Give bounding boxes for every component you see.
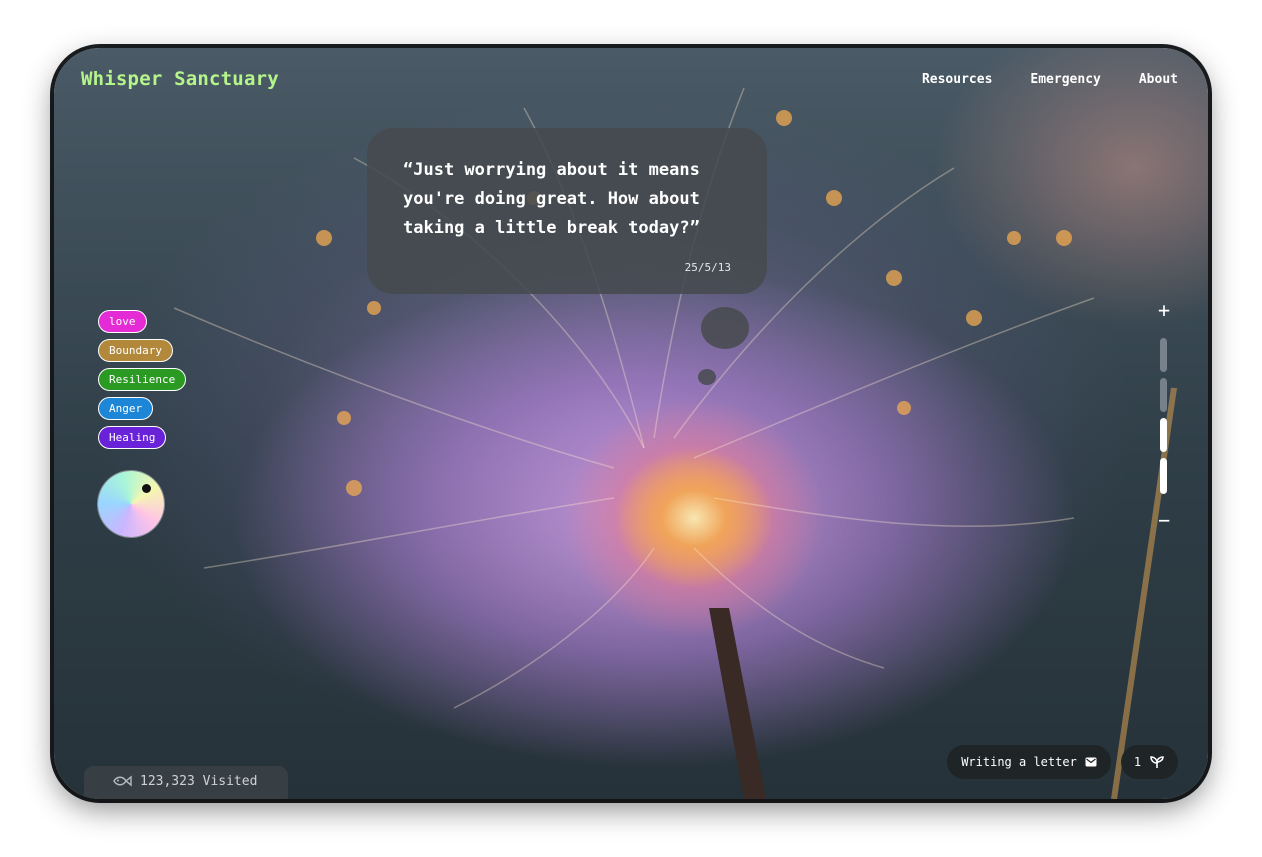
message-date: 25/5/13 xyxy=(684,261,731,274)
nav-about[interactable]: About xyxy=(1139,72,1178,87)
mail-icon xyxy=(1085,757,1097,767)
sprout-counter-button[interactable]: 1 xyxy=(1121,745,1178,779)
top-nav: Resources Emergency About xyxy=(922,72,1178,87)
zoom-level-segment[interactable] xyxy=(1160,378,1167,412)
zoom-in-button[interactable]: + xyxy=(1154,300,1174,320)
visit-count-text: 123,323 Visited xyxy=(140,774,258,789)
tag-anger[interactable]: Anger xyxy=(98,397,154,420)
sprout-count: 1 xyxy=(1133,755,1142,769)
write-letter-button[interactable]: Writing a letter xyxy=(947,745,1111,779)
message-quote: “Just worrying about it means you're doi… xyxy=(403,160,700,238)
thought-dot-small xyxy=(698,369,716,385)
visit-counter: 123,323 Visited xyxy=(84,766,288,799)
emotion-tags: love Boundary Resilience Anger Healing xyxy=(98,310,187,449)
tag-healing[interactable]: Healing xyxy=(98,426,167,449)
thought-dot-large xyxy=(701,307,749,349)
color-picker-knob[interactable] xyxy=(142,484,151,493)
zoom-level-segment[interactable] xyxy=(1160,418,1167,452)
app-window: Whisper Sanctuary Resources Emergency Ab… xyxy=(54,48,1208,799)
tag-love[interactable]: love xyxy=(98,310,147,333)
brand-logo[interactable]: Whisper Sanctuary xyxy=(81,68,279,90)
sprout-icon xyxy=(1149,755,1165,769)
fish-icon xyxy=(112,774,132,788)
zoom-control: + − xyxy=(1146,298,1182,530)
write-letter-label: Writing a letter xyxy=(961,755,1077,769)
nav-resources[interactable]: Resources xyxy=(922,72,992,87)
message-bubble: “Just worrying about it means you're doi… xyxy=(367,128,767,294)
color-wheel-picker[interactable] xyxy=(98,471,164,537)
tag-resilience[interactable]: Resilience xyxy=(98,368,187,391)
zoom-level-segment[interactable] xyxy=(1160,458,1167,494)
zoom-level-segment[interactable] xyxy=(1160,338,1167,372)
zoom-out-button[interactable]: − xyxy=(1154,510,1174,530)
tag-boundary[interactable]: Boundary xyxy=(98,339,173,362)
nav-emergency[interactable]: Emergency xyxy=(1030,72,1100,87)
